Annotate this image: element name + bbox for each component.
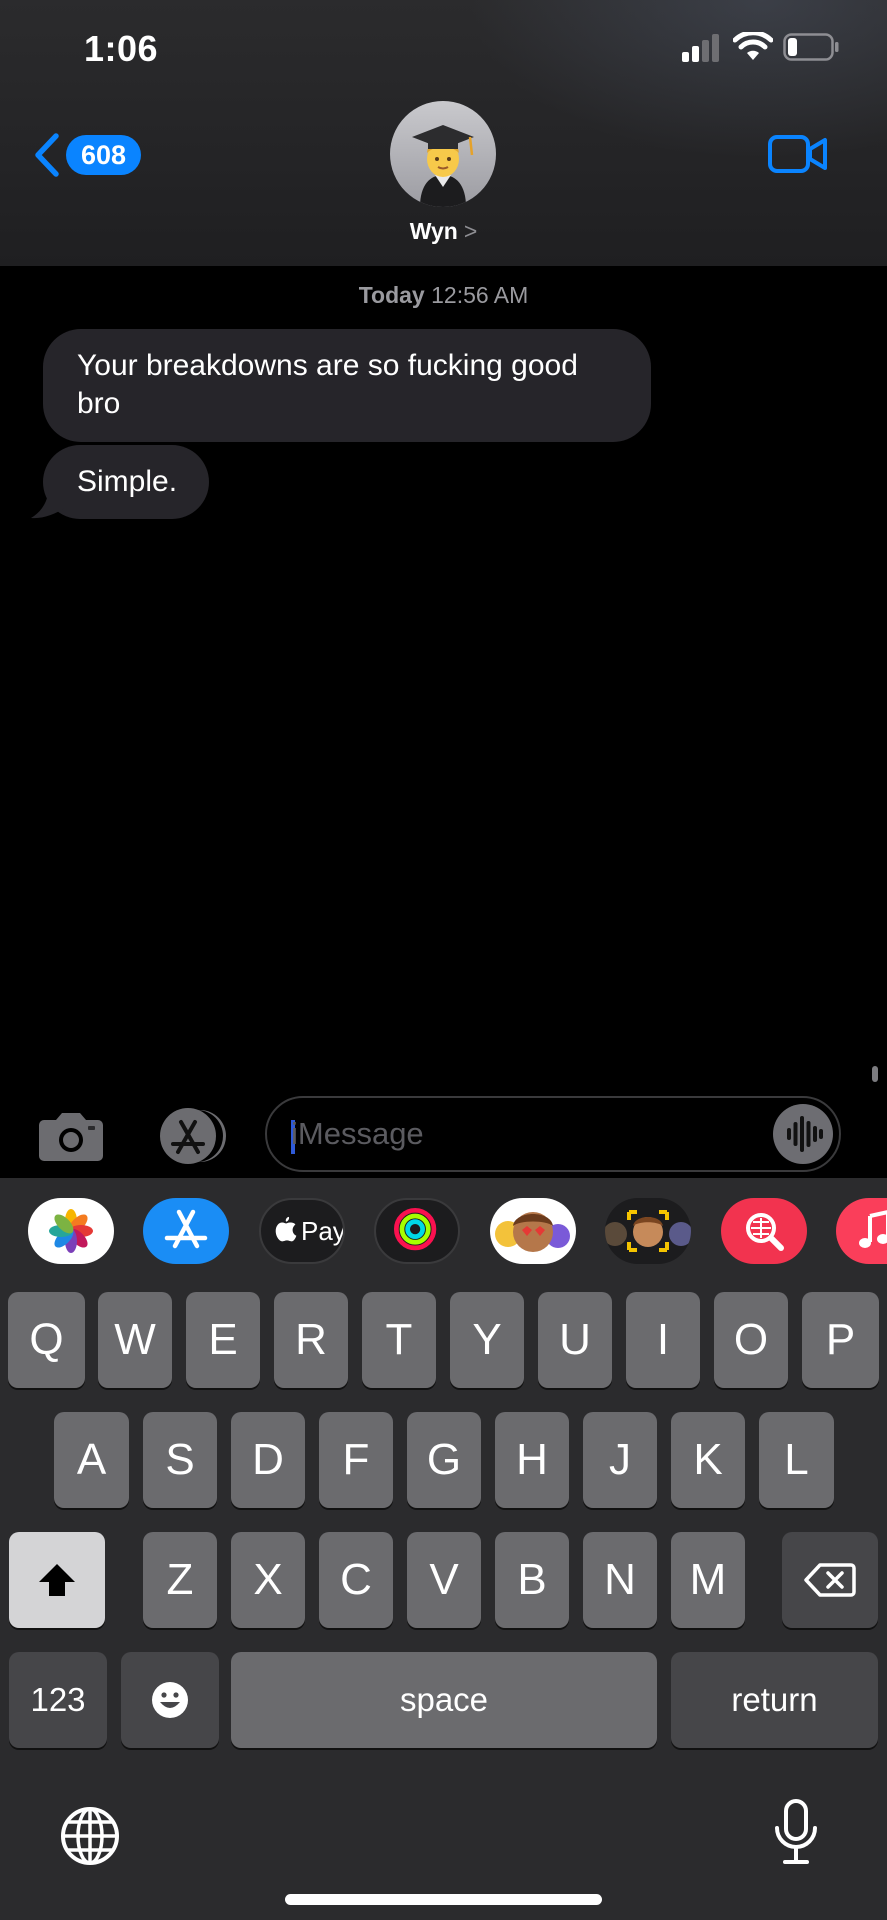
globe-icon[interactable]	[60, 1806, 120, 1866]
key-y[interactable]: Y	[450, 1292, 524, 1388]
emoji-key[interactable]	[121, 1652, 219, 1748]
chevron-right-icon: >	[463, 218, 478, 244]
keyboard: Pay Q W E R T Y U I O P A S D F G H J K …	[0, 1178, 887, 1920]
camera-icon[interactable]	[38, 1110, 104, 1162]
shift-icon	[39, 1564, 75, 1596]
timestamp-day: Today	[358, 282, 425, 308]
return-key-label: return	[731, 1681, 818, 1718]
student-graduate-emoji	[412, 125, 474, 207]
chevron-left-icon	[35, 133, 59, 177]
key-q[interactable]: Q	[8, 1292, 85, 1388]
apple-pay-label: Pay	[301, 1216, 345, 1246]
key-k[interactable]: K	[671, 1412, 745, 1508]
battery-low-icon	[783, 33, 839, 61]
web-images-search-app-icon[interactable]	[721, 1198, 807, 1264]
space-key[interactable]: space	[231, 1652, 657, 1748]
key-s[interactable]: S	[143, 1412, 217, 1508]
audio-waveform-icon	[787, 1116, 823, 1152]
timestamp-time: 12:56 AM	[431, 282, 529, 308]
scroll-indicator[interactable]	[872, 1066, 878, 1082]
key-d[interactable]: D	[231, 1412, 305, 1508]
key-j[interactable]: J	[583, 1412, 657, 1508]
contact-avatar[interactable]	[390, 101, 496, 207]
wifi-icon	[733, 32, 773, 60]
app-store-app-icon[interactable]	[143, 1198, 229, 1264]
signal-bars-icon	[682, 34, 719, 62]
key-h[interactable]: H	[495, 1412, 569, 1508]
status-time: 1:06	[84, 28, 159, 69]
bubble-tail	[31, 484, 65, 519]
key-o[interactable]: O	[714, 1292, 788, 1388]
key-t[interactable]: T	[362, 1292, 436, 1388]
key-r[interactable]: R	[274, 1292, 348, 1388]
contact-name-label: Wyn	[409, 218, 458, 244]
apple-pay-app-icon[interactable]: Pay	[259, 1198, 345, 1264]
back-button[interactable]: 608	[34, 130, 142, 180]
key-b[interactable]: B	[495, 1532, 569, 1628]
key-i[interactable]: I	[626, 1292, 700, 1388]
delete-backspace-icon	[804, 1563, 856, 1597]
numbers-key-label: 123	[30, 1681, 86, 1718]
key-z[interactable]: Z	[143, 1532, 217, 1628]
key-x[interactable]: X	[231, 1532, 305, 1628]
app-store-icon[interactable]	[148, 1108, 230, 1164]
audio-message-button[interactable]	[773, 1104, 833, 1164]
key-m[interactable]: M	[671, 1532, 745, 1628]
contact-name[interactable]: Wyn >	[0, 218, 887, 245]
imessage-app-strip: Pay	[0, 1198, 887, 1264]
space-key-label: space	[399, 1681, 489, 1718]
composer-bar: iMessage	[0, 1092, 887, 1182]
delete-key[interactable]	[782, 1532, 878, 1628]
message-bubble[interactable]: Simple.	[43, 445, 209, 519]
key-p[interactable]: P	[802, 1292, 879, 1388]
return-key[interactable]: return	[671, 1652, 878, 1748]
activity-app-icon[interactable]	[374, 1198, 460, 1264]
numbers-key[interactable]: 123	[9, 1652, 107, 1748]
microphone-icon[interactable]	[772, 1798, 820, 1868]
key-f[interactable]: F	[319, 1412, 393, 1508]
unread-count-badge: 608	[66, 135, 142, 175]
shift-key[interactable]	[9, 1532, 105, 1628]
key-c[interactable]: C	[319, 1532, 393, 1628]
key-u[interactable]: U	[538, 1292, 612, 1388]
video-camera-icon[interactable]	[768, 134, 828, 174]
key-e[interactable]: E	[186, 1292, 260, 1388]
memoji-camera-app-icon[interactable]	[605, 1198, 691, 1264]
key-a[interactable]: A	[54, 1412, 129, 1508]
status-bar: 1:06	[0, 0, 887, 96]
key-n[interactable]: N	[583, 1532, 657, 1628]
imessage-input[interactable]: iMessage	[265, 1096, 841, 1172]
key-w[interactable]: W	[98, 1292, 172, 1388]
key-v[interactable]: V	[407, 1532, 481, 1628]
key-g[interactable]: G	[407, 1412, 481, 1508]
memoji-stickers-app-icon[interactable]	[490, 1198, 576, 1264]
photos-app-icon[interactable]	[28, 1198, 114, 1264]
home-indicator[interactable]	[285, 1894, 602, 1905]
music-app-icon[interactable]	[836, 1198, 887, 1264]
key-l[interactable]: L	[759, 1412, 834, 1508]
message-timestamp: Today 12:56 AM	[0, 282, 887, 309]
imessage-placeholder: iMessage	[291, 1116, 424, 1151]
emoji-face-icon	[152, 1682, 188, 1718]
message-bubble[interactable]: Your breakdowns are so fucking good bro	[43, 329, 651, 442]
